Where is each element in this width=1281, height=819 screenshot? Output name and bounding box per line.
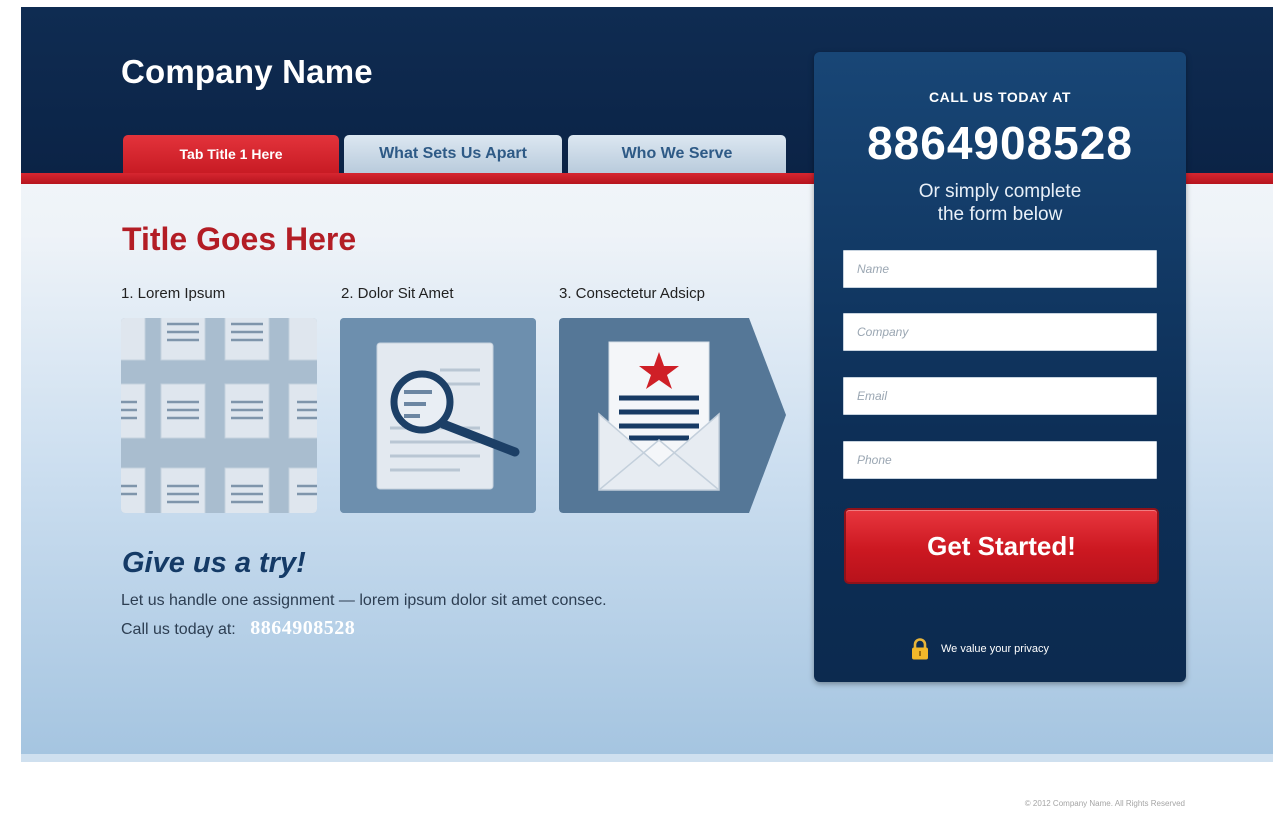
phone-field[interactable] (843, 441, 1157, 479)
give-us-a-try-title: Give us a try! (122, 547, 306, 579)
company-field[interactable] (843, 313, 1157, 351)
page-bottom-edge (21, 754, 1273, 762)
step-2-label: 2. Dolor Sit Amet (341, 285, 454, 302)
tab-what-sets-us-apart[interactable]: What Sets Us Apart (344, 135, 562, 173)
privacy-note: We value your privacy (911, 638, 1049, 660)
call-label: Call us today at: (121, 621, 236, 638)
tab-who-we-serve[interactable]: Who We Serve (568, 135, 786, 173)
envelope-letter-star-icon (559, 318, 786, 513)
main-title: Title Goes Here (122, 221, 357, 257)
footer-copyright: © 2012 Company Name. All Rights Reserved (1024, 799, 1185, 808)
form-instructions-line-2: the form below (937, 204, 1063, 225)
call-number: 8864908528 (250, 617, 356, 639)
document-magnifier-icon (340, 318, 536, 513)
call-line: Call us today at: 8864908528 (121, 617, 355, 640)
documents-grid-icon (121, 318, 317, 513)
name-field[interactable] (843, 250, 1157, 288)
form-instructions: Or simply complete the form below (814, 180, 1186, 226)
privacy-text: We value your privacy (941, 643, 1050, 655)
get-started-button[interactable]: Get Started! (844, 508, 1159, 584)
email-field[interactable] (843, 377, 1157, 415)
try-description: Let us handle one assignment — lorem ips… (121, 592, 607, 609)
call-us-today-label: CALL US TODAY AT (928, 89, 1072, 105)
phone-number: 8864908528 (867, 117, 1133, 169)
lock-icon (912, 638, 928, 660)
form-instructions-line-1: Or simply complete (918, 181, 1082, 202)
step-1-label: 1. Lorem Ipsum (121, 285, 226, 302)
company-name: Company Name (121, 53, 373, 90)
tab-title-1[interactable]: Tab Title 1 Here (123, 135, 339, 173)
step-3-label: 3. Consectetur Adsicp (559, 285, 705, 302)
contact-form-panel: CALL US TODAY AT 8864908528 Or simply co… (814, 52, 1186, 682)
